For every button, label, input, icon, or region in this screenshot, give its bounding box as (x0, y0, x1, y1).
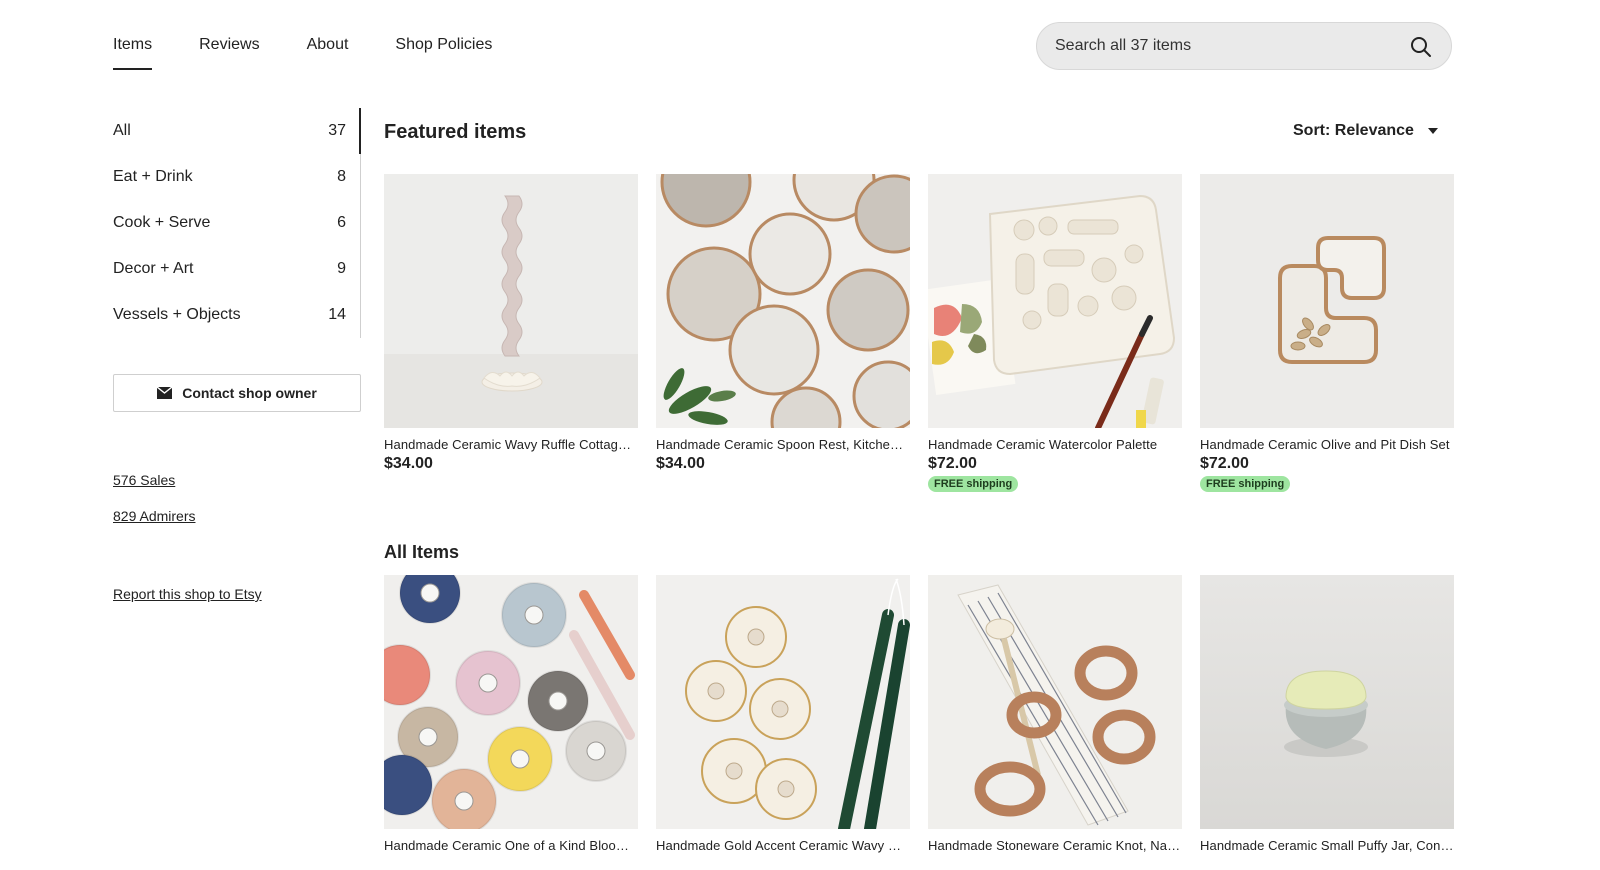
category-count: 8 (337, 168, 346, 185)
category-count: 14 (328, 306, 346, 323)
listing-image-candle-holder[interactable] (384, 174, 638, 428)
search-input[interactable] (1037, 23, 1387, 69)
category-label: Vessels + Objects (113, 306, 241, 323)
tab-items[interactable]: Items (113, 28, 153, 70)
sort-dropdown[interactable]: Sort: Relevance (1293, 122, 1438, 140)
listing-card[interactable]: Handmade Gold Accent Ceramic Wavy Candle… (656, 575, 910, 853)
all-items-grid: Handmade Ceramic One of a Kind Bloom Can… (384, 575, 1454, 853)
category-count: 37 (328, 122, 346, 139)
listing-price: $72.00 (928, 455, 977, 472)
category-label: Decor + Art (113, 260, 194, 277)
caret-down-icon (1427, 128, 1438, 134)
category-vessels-objects[interactable]: Vessels + Objects 14 (113, 292, 360, 338)
all-items-heading: All Items (384, 542, 460, 562)
free-shipping-badge: FREE shipping (928, 476, 1019, 492)
active-category-indicator (359, 108, 361, 154)
listing-image-olive-dish[interactable] (1200, 174, 1454, 428)
listing-title[interactable]: Handmade Ceramic Small Puffy Jar, Contai… (1200, 838, 1454, 853)
featured-items-grid: Handmade Ceramic Wavy Ruffle Cottage Can… (384, 174, 1454, 492)
contact-shop-owner-label: Contact shop owner (182, 385, 317, 401)
tab-about[interactable]: About (307, 28, 349, 70)
listing-image-gold-wavy-holders[interactable] (656, 575, 910, 829)
search-icon[interactable] (1409, 35, 1433, 59)
sales-link[interactable]: 576 Sales (113, 472, 361, 488)
featured-items-heading: Featured items (384, 121, 527, 143)
category-all[interactable]: All 37 (113, 108, 360, 154)
listing-image-puffy-jar[interactable] (1200, 575, 1454, 829)
report-shop-link[interactable]: Report this shop to Etsy (113, 586, 361, 602)
admirers-link[interactable]: 829 Admirers (113, 508, 361, 524)
listing-card[interactable]: Handmade Ceramic Wavy Ruffle Cottage Can… (384, 174, 638, 492)
listing-card[interactable]: Handmade Ceramic Spoon Rest, Kitchen Dec… (656, 174, 910, 492)
category-list: All 37 Eat + Drink 8 Cook + Serve 6 Deco… (113, 108, 361, 338)
category-count: 6 (337, 214, 346, 231)
tab-reviews[interactable]: Reviews (199, 28, 259, 70)
listing-image-spoon-rest[interactable] (656, 174, 910, 428)
category-decor-art[interactable]: Decor + Art 9 (113, 246, 360, 292)
contact-shop-owner-button[interactable]: Contact shop owner (113, 374, 361, 412)
category-label: Cook + Serve (113, 214, 211, 231)
search-bar (1036, 22, 1452, 70)
category-label: All (113, 122, 131, 139)
category-cook-serve[interactable]: Cook + Serve 6 (113, 200, 360, 246)
listing-title[interactable]: Handmade Ceramic Olive and Pit Dish Set (1200, 437, 1454, 452)
category-eat-drink[interactable]: Eat + Drink 8 (113, 154, 360, 200)
shop-nav-tabs: Items Reviews About Shop Policies (113, 28, 539, 70)
listing-title[interactable]: Handmade Stoneware Ceramic Knot, Napkin … (928, 838, 1182, 853)
free-shipping-badge: FREE shipping (1200, 476, 1291, 492)
listing-title[interactable]: Handmade Ceramic One of a Kind Bloom Can… (384, 838, 638, 853)
shop-sidebar: All 37 Eat + Drink 8 Cook + Serve 6 Deco… (113, 108, 361, 602)
listing-price: $34.00 (384, 455, 433, 472)
listing-card[interactable]: Handmade Ceramic One of a Kind Bloom Can… (384, 575, 638, 853)
listing-image-watercolor-palette[interactable] (928, 174, 1182, 428)
listing-image-bloom-candle-holders[interactable] (384, 575, 638, 829)
category-label: Eat + Drink (113, 168, 193, 185)
listing-title[interactable]: Handmade Gold Accent Ceramic Wavy Candle… (656, 838, 910, 853)
listing-card[interactable]: Handmade Ceramic Olive and Pit Dish Set … (1200, 174, 1454, 492)
listing-image-knot-napkin-rings[interactable] (928, 575, 1182, 829)
listing-price: $72.00 (1200, 455, 1249, 472)
listing-card[interactable]: Handmade Ceramic Small Puffy Jar, Contai… (1200, 575, 1454, 853)
listing-card[interactable]: Handmade Stoneware Ceramic Knot, Napkin … (928, 575, 1182, 853)
listing-title[interactable]: Handmade Ceramic Wavy Ruffle Cottage Can… (384, 437, 638, 452)
listing-title[interactable]: Handmade Ceramic Spoon Rest, Kitchen Dec… (656, 437, 910, 452)
listing-title[interactable]: Handmade Ceramic Watercolor Palette (928, 437, 1182, 452)
listing-price: $34.00 (656, 455, 705, 472)
listing-card[interactable]: Handmade Ceramic Watercolor Palette $72.… (928, 174, 1182, 492)
category-count: 9 (337, 260, 346, 277)
sort-label: Sort: Relevance (1293, 122, 1414, 139)
envelope-icon (157, 387, 173, 399)
tab-shop-policies[interactable]: Shop Policies (395, 28, 492, 70)
